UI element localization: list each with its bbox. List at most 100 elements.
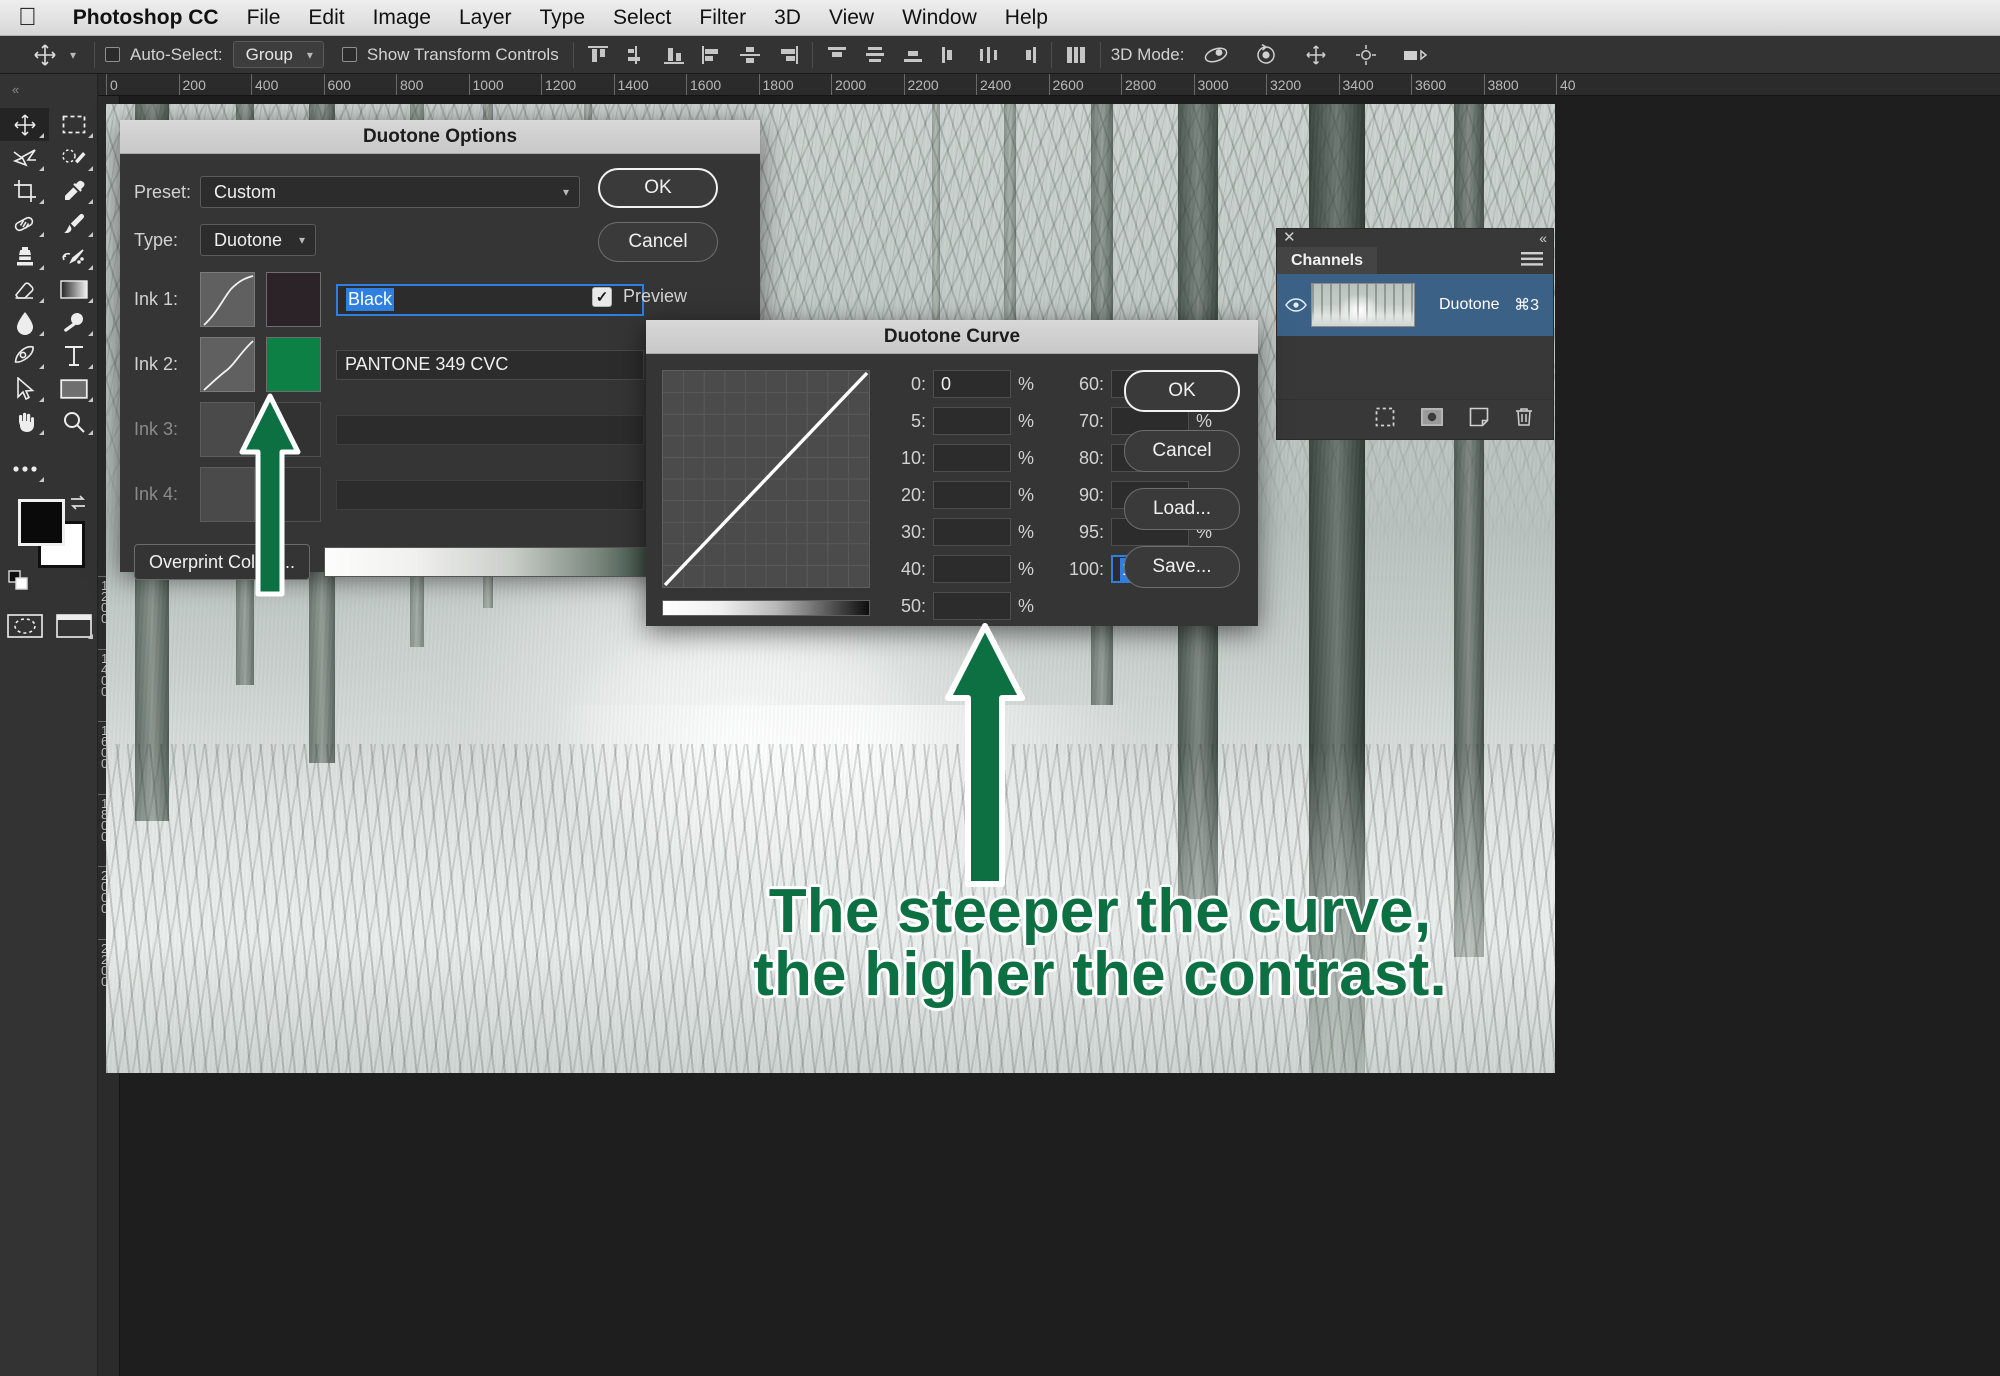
distribute-top-edges-icon[interactable] [823, 42, 851, 68]
tool-lasso[interactable] [0, 141, 49, 174]
curve-input-20[interactable] [933, 481, 1011, 509]
channel-row-duotone[interactable]: Duotone ⌘3 [1277, 274, 1553, 336]
menu-item-select[interactable]: Select [599, 6, 685, 30]
foreground-color-swatch[interactable] [18, 499, 65, 546]
tools-panel-collapse-icon[interactable]: « [12, 82, 19, 97]
auto-select-checkbox[interactable] [105, 47, 121, 62]
screen-mode-icon[interactable] [49, 609, 98, 642]
curve-input-10[interactable] [933, 444, 1011, 472]
tool-gradient[interactable] [49, 273, 98, 306]
preset-dropdown[interactable]: Custom ▾ [200, 176, 580, 208]
ink-1-color-swatch[interactable] [266, 272, 321, 327]
align-vertical-centers-icon[interactable] [622, 42, 650, 68]
default-colors-icon[interactable] [8, 570, 30, 597]
save-selection-as-channel-icon[interactable] [1421, 407, 1443, 426]
scale-3d-icon[interactable] [1398, 41, 1434, 69]
menu-item-help[interactable]: Help [991, 6, 1062, 30]
distribute-horizontal-centers-icon[interactable] [975, 42, 1003, 68]
tool-rectangle-shape[interactable] [49, 372, 98, 405]
menu-item-view[interactable]: View [815, 6, 888, 30]
ink-1-curve-thumbnail[interactable] [200, 272, 255, 327]
roll-3d-icon[interactable] [1248, 41, 1284, 69]
move-tool-icon[interactable] [28, 41, 62, 69]
distribute-right-edges-icon[interactable] [1013, 42, 1041, 68]
curve-cancel-button[interactable]: Cancel [1124, 430, 1240, 472]
tab-channels[interactable]: Channels [1277, 247, 1378, 274]
distribute-spacing-icon[interactable] [1062, 42, 1090, 68]
tool-preset-chevron-down-icon[interactable]: ▾ [70, 48, 76, 62]
ink-2-curve-thumbnail[interactable] [200, 337, 255, 392]
menu-item-type[interactable]: Type [526, 6, 600, 30]
quick-mask-icon[interactable] [0, 609, 49, 642]
show-transform-label: Show Transform Controls [366, 44, 559, 64]
eye-visible-icon[interactable] [1281, 298, 1311, 312]
curve-graph[interactable] [662, 370, 870, 588]
menu-item-window[interactable]: Window [888, 6, 991, 30]
auto-select-scope-dropdown[interactable]: Group ▾ [232, 41, 324, 68]
orbit-3d-icon[interactable] [1198, 41, 1234, 69]
tool-rectangular-marquee[interactable] [49, 108, 98, 141]
curve-input-30[interactable] [933, 518, 1011, 546]
collapse-panel-icon[interactable]: « [1539, 230, 1547, 246]
panel-menu-icon[interactable] [1521, 251, 1553, 270]
tool-blur[interactable] [0, 306, 49, 339]
tool-crop[interactable] [0, 174, 49, 207]
type-dropdown[interactable]: Duotone ▾ [200, 224, 316, 256]
align-bottom-edges-icon[interactable] [660, 42, 688, 68]
menu-item-photoshop[interactable]: Photoshop CC [59, 6, 233, 30]
show-transform-checkbox[interactable] [341, 47, 357, 62]
menu-item-layer[interactable]: Layer [445, 6, 526, 30]
edit-toolbar-ellipsis-icon[interactable] [0, 452, 49, 485]
tool-move[interactable] [0, 108, 49, 141]
curve-cancel-label: Cancel [1152, 440, 1212, 461]
distribute-vertical-centers-icon[interactable] [861, 42, 889, 68]
menu-item-3d[interactable]: 3D [760, 6, 815, 30]
tool-zoom[interactable] [49, 405, 98, 438]
curve-key-0: 0: [910, 373, 926, 394]
distribute-left-edges-icon[interactable] [937, 42, 965, 68]
close-icon[interactable]: ✕ [1283, 230, 1296, 246]
horizontal-ruler[interactable]: 0 200 400 600 800 1000 1200 1400 1600 1800 2000 220… [98, 74, 2000, 96]
tool-dodge[interactable] [49, 306, 98, 339]
menu-item-image[interactable]: Image [359, 6, 445, 30]
tool-type[interactable] [49, 339, 98, 372]
curve-input-50[interactable] [933, 592, 1011, 620]
ok-button[interactable]: OK [598, 168, 718, 208]
create-new-channel-icon[interactable] [1469, 407, 1489, 427]
tool-healing-brush[interactable] [0, 207, 49, 240]
tool-quick-selection[interactable] [49, 141, 98, 174]
align-horizontal-centers-icon[interactable] [736, 42, 764, 68]
slide-3d-icon[interactable] [1348, 41, 1384, 69]
curve-input-0[interactable]: 0 [933, 370, 1011, 398]
ink-2-color-swatch[interactable] [266, 337, 321, 392]
tool-eyedropper[interactable] [49, 174, 98, 207]
tool-path-selection[interactable] [0, 372, 49, 405]
distribute-bottom-edges-icon[interactable] [899, 42, 927, 68]
align-right-edges-icon[interactable] [774, 42, 802, 68]
tool-brush[interactable] [49, 207, 98, 240]
menu-item-file[interactable]: File [233, 6, 295, 30]
align-top-edges-icon[interactable] [584, 42, 612, 68]
curve-save-button[interactable]: Save... [1124, 546, 1240, 588]
curve-load-button[interactable]: Load... [1124, 488, 1240, 530]
ink-2-name-field[interactable]: PANTONE 349 CVC [336, 349, 644, 380]
curve-ok-button[interactable]: OK [1124, 370, 1240, 412]
cancel-button[interactable]: Cancel [598, 222, 718, 262]
preview-checkbox[interactable]: ✓ [592, 286, 612, 307]
align-left-edges-icon[interactable] [698, 42, 726, 68]
apple-logo-icon[interactable]:  [18, 5, 37, 30]
swap-colors-icon[interactable] [67, 493, 89, 518]
tool-clone-stamp[interactable] [0, 240, 49, 273]
menu-item-edit[interactable]: Edit [294, 6, 358, 30]
load-channel-as-selection-icon[interactable] [1375, 407, 1395, 427]
menu-item-filter[interactable]: Filter [685, 6, 760, 30]
curve-input-40[interactable] [933, 555, 1011, 583]
curve-input-5[interactable] [933, 407, 1011, 435]
pan-3d-icon[interactable] [1298, 41, 1334, 69]
tool-pen[interactable] [0, 339, 49, 372]
tool-history-brush[interactable] [49, 240, 98, 273]
tool-eraser[interactable] [0, 273, 49, 306]
tool-row [0, 174, 98, 207]
tool-hand[interactable] [0, 405, 49, 438]
delete-channel-icon[interactable] [1515, 407, 1533, 427]
